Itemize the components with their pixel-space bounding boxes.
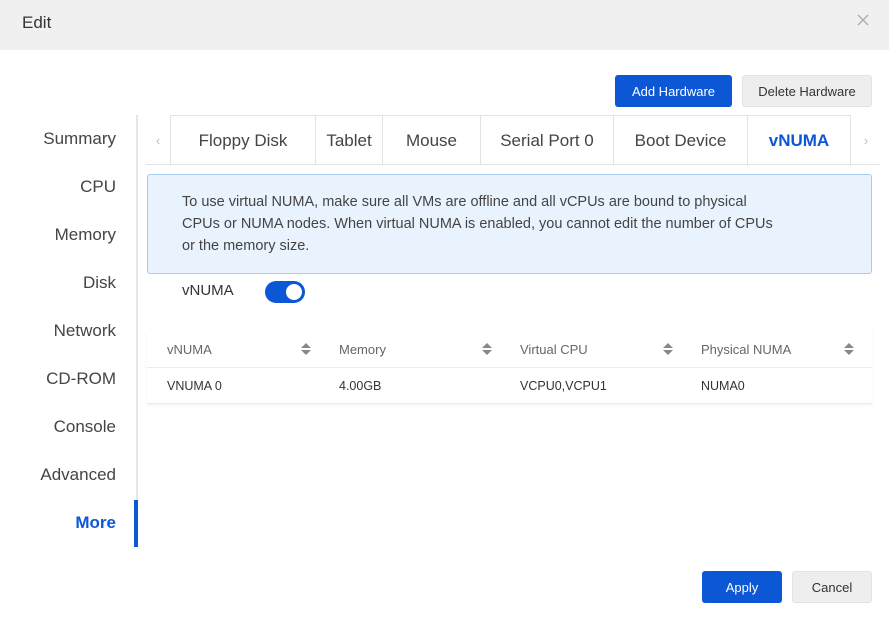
sidebar-item-advanced[interactable]: Advanced	[40, 465, 116, 485]
sidebar-item-cpu[interactable]: CPU	[80, 177, 116, 197]
sidebar-item-more[interactable]: More	[75, 513, 116, 533]
delete-hardware-button[interactable]: Delete Hardware	[742, 75, 872, 107]
column-header-memory: Memory	[339, 341, 386, 357]
notice-text: To use virtual NUMA, make sure all VMs a…	[182, 194, 773, 254]
sidebar-item-memory[interactable]: Memory	[55, 225, 116, 245]
dialog-title: Edit	[22, 13, 52, 32]
tab-boot-device[interactable]: Boot Device	[613, 115, 748, 165]
column-header-physical-numa: Physical NUMA	[701, 341, 792, 357]
toggle-knob	[286, 284, 302, 300]
tab-floppy-disk[interactable]: Floppy Disk	[170, 115, 316, 165]
info-notice: To use virtual NUMA, make sure all VMs a…	[147, 174, 872, 274]
column-header-vnuma: vNUMA	[167, 341, 212, 357]
close-icon[interactable]	[855, 12, 871, 28]
dialog-header: Edit	[0, 0, 889, 50]
chevron-left-icon[interactable]: ‹	[146, 115, 170, 165]
vnuma-toggle[interactable]	[265, 281, 305, 303]
tab-serial-port-0[interactable]: Serial Port 0	[480, 115, 614, 165]
sidebar-item-summary[interactable]: Summary	[43, 129, 116, 149]
sidebar-item-network[interactable]: Network	[54, 321, 116, 341]
tab-baseline	[146, 164, 880, 165]
sidebar: Summary CPU Memory Disk Network CD-ROM C…	[0, 115, 138, 547]
cancel-button[interactable]: Cancel	[792, 571, 872, 603]
tab-vnuma[interactable]: vNUMA	[747, 115, 851, 166]
sort-icon[interactable]	[301, 343, 311, 355]
table-cell-physical-numa: NUMA0	[701, 379, 745, 393]
sort-icon[interactable]	[663, 343, 673, 355]
vnuma-switch-label: vNUMA	[182, 282, 234, 299]
tab-bar: ‹ Floppy Disk Tablet Mouse Serial Port 0…	[146, 115, 880, 166]
sidebar-item-console[interactable]: Console	[54, 417, 116, 437]
table-cell-virtual-cpu: VCPU0,VCPU1	[520, 379, 607, 393]
vnuma-table: vNUMA Memory Virtual CPU Physical NUMA V…	[147, 330, 872, 404]
table-cell-vnuma: VNUMA 0	[167, 379, 222, 393]
sort-icon[interactable]	[844, 343, 854, 355]
sort-icon[interactable]	[482, 343, 492, 355]
column-header-virtual-cpu: Virtual CPU	[520, 341, 588, 357]
tab-mouse[interactable]: Mouse	[382, 115, 481, 165]
apply-button[interactable]: Apply	[702, 571, 782, 603]
table-header-divider	[147, 367, 872, 368]
sidebar-active-indicator	[134, 500, 138, 547]
add-hardware-button[interactable]: Add Hardware	[615, 75, 732, 107]
tab-tablet[interactable]: Tablet	[315, 115, 383, 165]
table-cell-memory: 4.00GB	[339, 379, 382, 393]
chevron-right-icon[interactable]: ›	[854, 115, 878, 165]
sidebar-item-cd-rom[interactable]: CD-ROM	[46, 369, 116, 389]
sidebar-item-disk[interactable]: Disk	[83, 273, 116, 293]
